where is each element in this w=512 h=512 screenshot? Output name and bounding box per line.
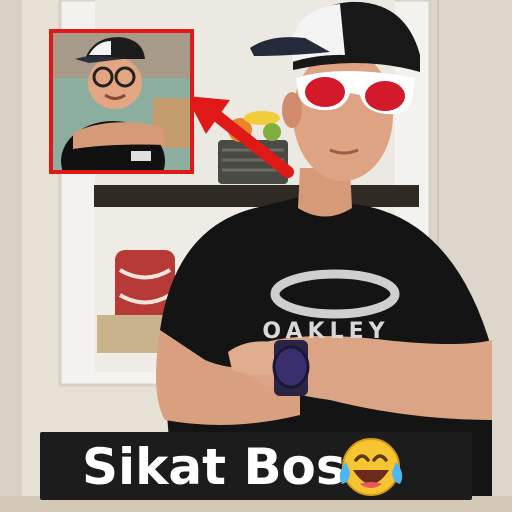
cartoon-inset [53, 33, 190, 170]
shirt-logo-text: OAKLEY [262, 319, 389, 344]
ear [282, 92, 302, 128]
left-door-frame [0, 0, 22, 512]
frame-shelf [94, 185, 419, 207]
sunglasses-lens-left [305, 77, 345, 107]
fruit-green [263, 123, 281, 141]
caption-text: Sikat Bos [82, 438, 346, 496]
watch-face [272, 345, 310, 389]
face-with-tears-of-joy-icon [339, 438, 403, 496]
highlight-box [49, 29, 194, 174]
fruit-banana [244, 111, 280, 125]
head [293, 49, 393, 181]
sunglasses-lens-right [365, 81, 405, 111]
